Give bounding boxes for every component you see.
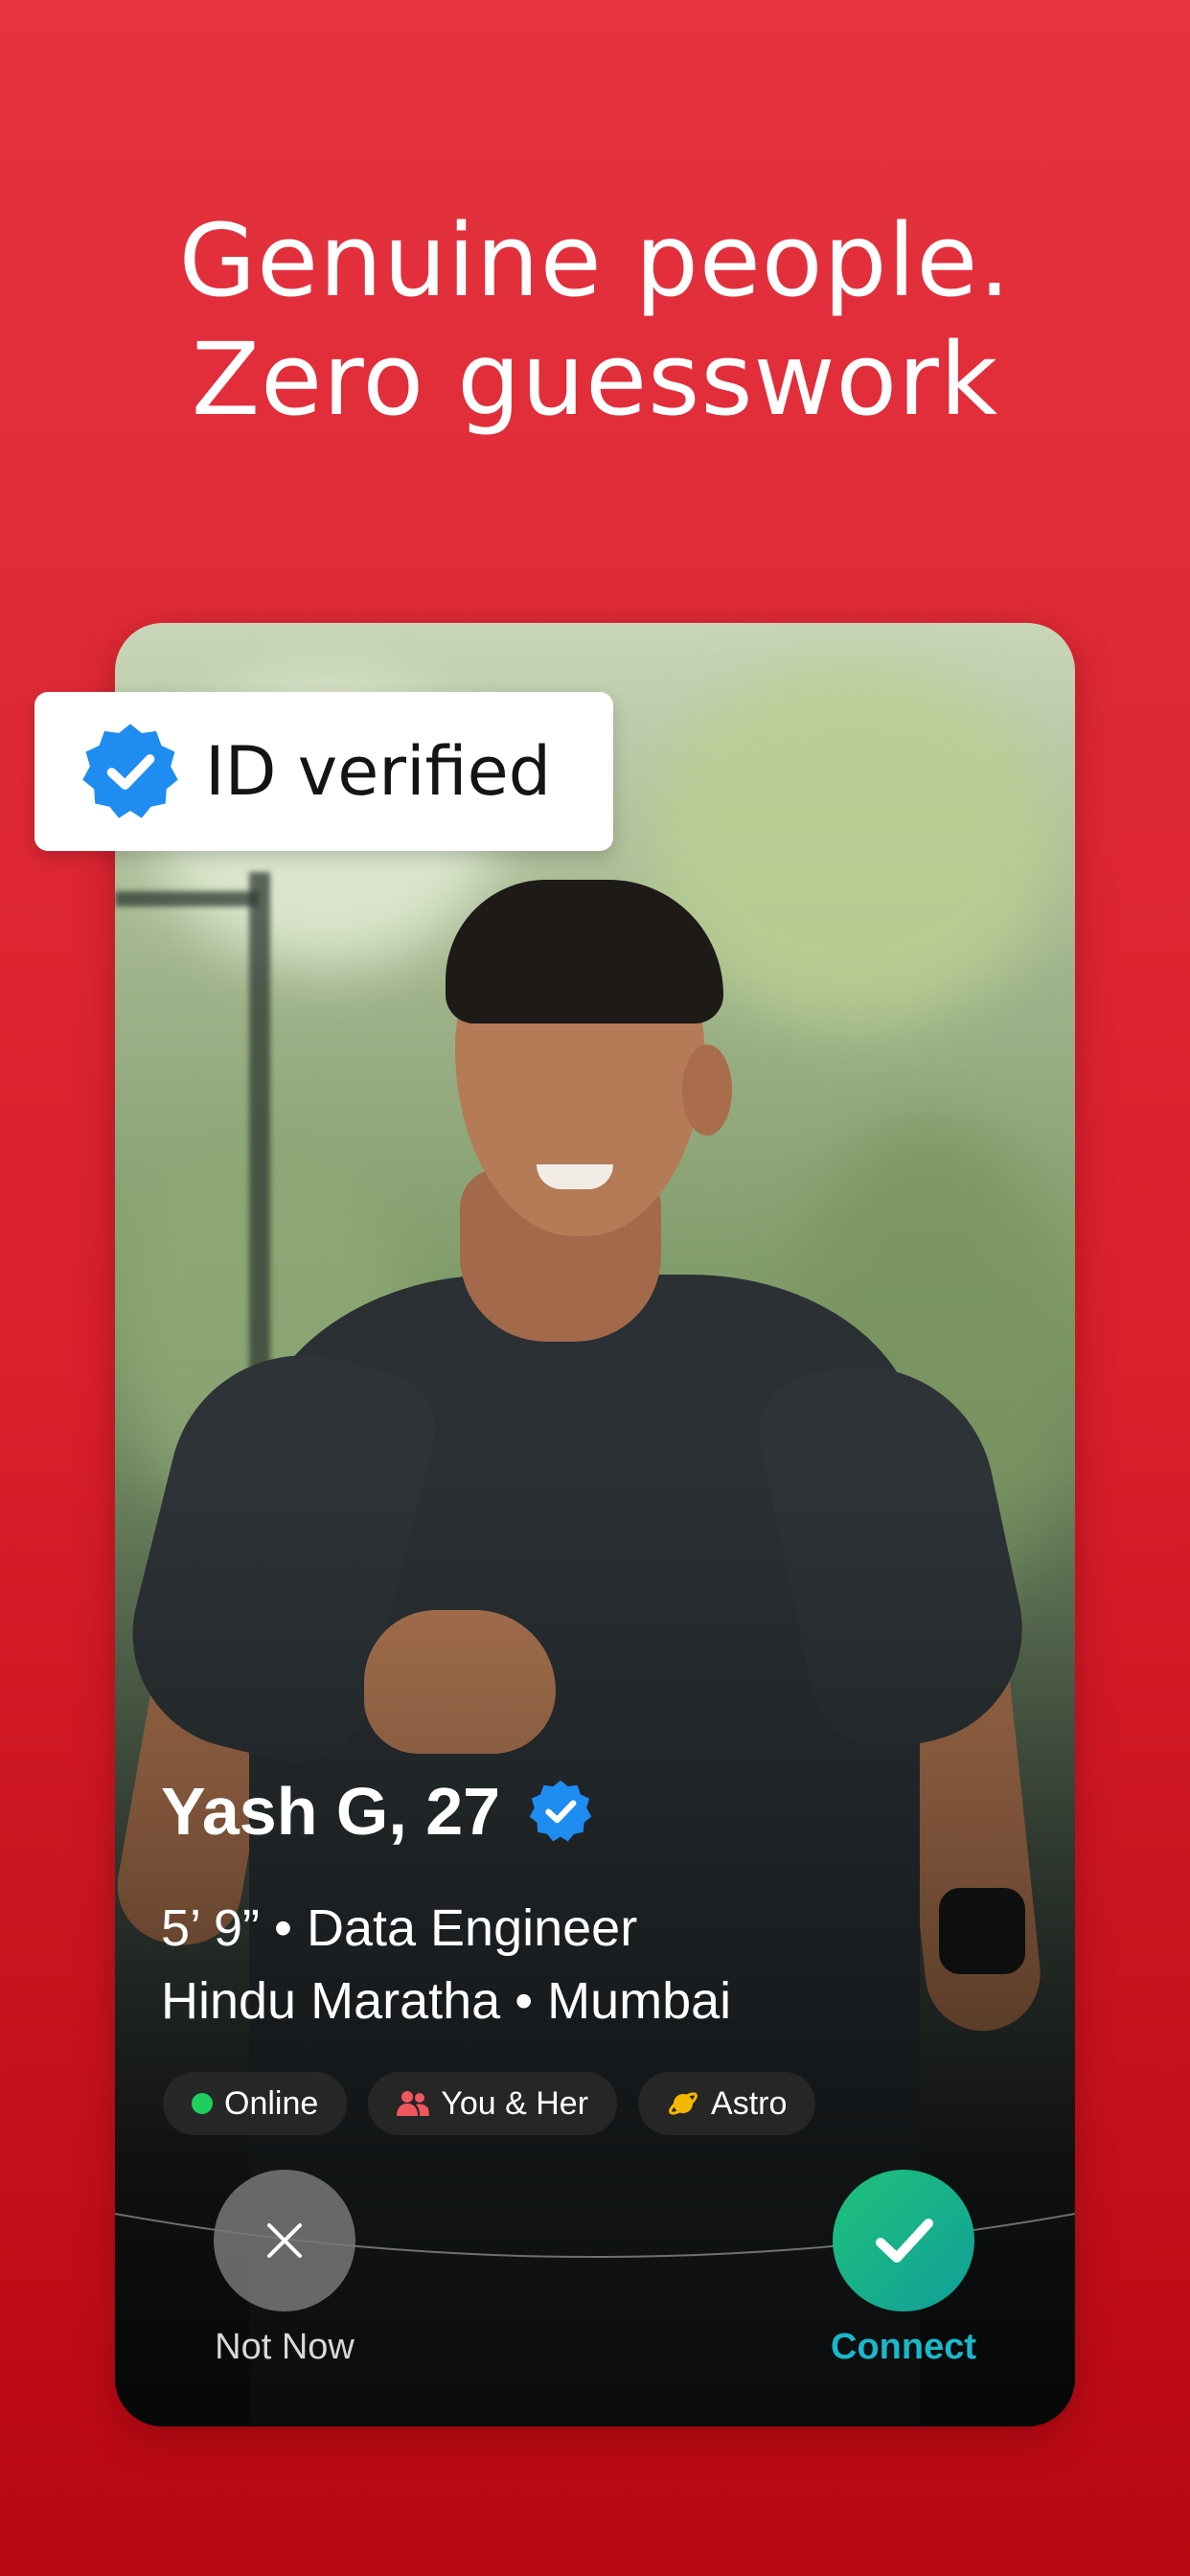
profile-card[interactable]: Yash G, 27 5’ 9” • Data Engineer Hindu M… bbox=[115, 623, 1075, 2426]
people-icon bbox=[397, 2089, 430, 2118]
connect-label[interactable]: Connect bbox=[779, 2325, 1028, 2369]
verified-badge-icon bbox=[529, 1780, 592, 1842]
tag-label: Online bbox=[224, 2084, 319, 2122]
id-verified-badge: ID verified bbox=[34, 692, 613, 851]
close-icon bbox=[267, 2223, 302, 2258]
profile-details-2: Hindu Maratha • Mumbai bbox=[161, 1972, 732, 2030]
online-dot-icon bbox=[192, 2093, 213, 2114]
headline-line-2: Zero guesswork bbox=[191, 321, 999, 438]
not-now-button[interactable] bbox=[214, 2170, 355, 2312]
name-row: Yash G, 27 bbox=[161, 1773, 731, 1850]
profile-tags: Online You & Her Astro bbox=[163, 2072, 836, 2135]
headline: Genuine people. Zero guesswork bbox=[0, 201, 1190, 439]
photo-ear bbox=[682, 1045, 732, 1136]
profile-name: Yash G, 27 bbox=[161, 1774, 501, 1849]
profile-details-1: 5’ 9” • Data Engineer bbox=[161, 1899, 638, 1957]
not-now-label[interactable]: Not Now bbox=[160, 2325, 409, 2369]
tag-online: Online bbox=[163, 2072, 348, 2135]
tag-label: Astro bbox=[711, 2084, 788, 2122]
connect-button[interactable] bbox=[833, 2170, 974, 2312]
photo-hair bbox=[446, 880, 723, 1024]
profile-info: Yash G, 27 5’ 9” • Data Engineer Hindu M… bbox=[161, 1773, 731, 2037]
planet-icon bbox=[667, 2087, 699, 2120]
tag-label: You & Her bbox=[441, 2084, 589, 2122]
tag-you-and-her: You & Her bbox=[368, 2072, 618, 2135]
tag-astro: Astro bbox=[638, 2072, 816, 2135]
checkmark-icon bbox=[876, 2219, 933, 2263]
verified-badge-icon bbox=[82, 724, 178, 818]
id-verified-label: ID verified bbox=[205, 732, 552, 811]
headline-line-1: Genuine people. bbox=[178, 202, 1012, 319]
